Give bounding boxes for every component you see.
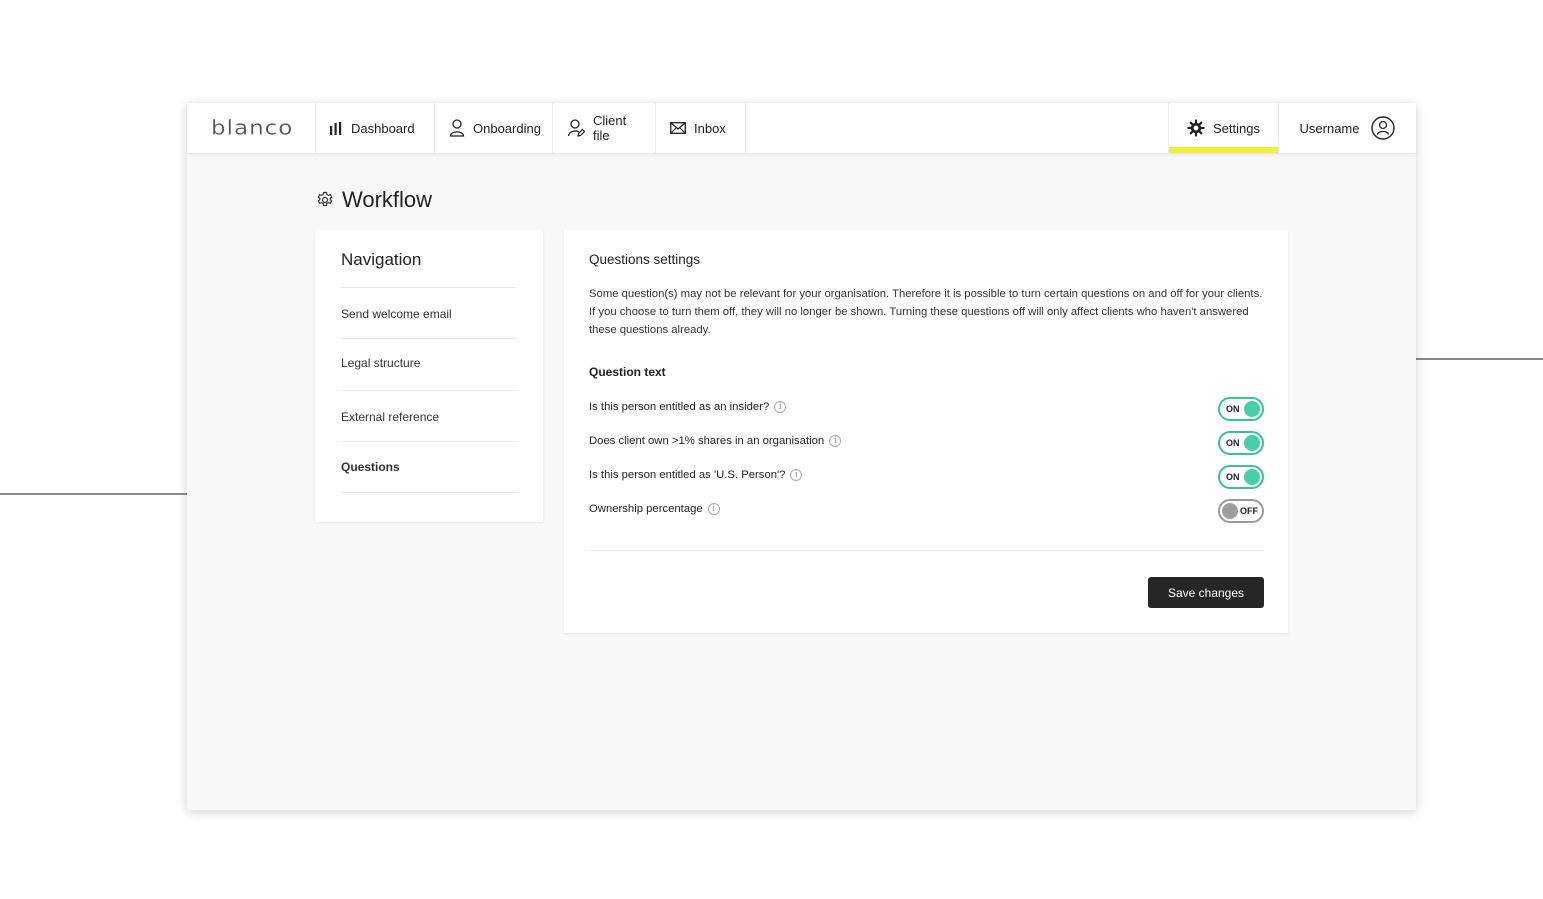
nav-inbox[interactable]: Inbox: [656, 103, 746, 153]
brand-logo: blanco: [211, 116, 294, 140]
user-circle-icon: [1371, 116, 1396, 140]
question-toggle[interactable]: ON: [1218, 465, 1264, 489]
question-row: Is this person entitled as 'U.S. Person'…: [589, 465, 1264, 489]
divider: [341, 441, 517, 442]
gear-outline-icon: [317, 191, 333, 207]
sidebar-item-external-reference[interactable]: External reference: [341, 410, 439, 424]
sidebar-heading: Navigation: [341, 250, 422, 269]
active-tab-indicator: [1169, 147, 1278, 153]
question-text-header: Question text: [589, 365, 666, 379]
top-navigation-bar: blanco Dashboard Onboarding Client file …: [187, 103, 1416, 154]
toggle-state-label: OFF: [1240, 506, 1258, 516]
info-icon[interactable]: i: [829, 435, 842, 447]
info-icon[interactable]: i: [774, 401, 787, 413]
page-title: Workflow: [316, 187, 432, 213]
panel-heading: Questions settings: [589, 252, 701, 267]
app-window: blanco Dashboard Onboarding Client file …: [187, 103, 1416, 810]
divider: [341, 338, 517, 339]
question-row: Does client own >1% shares in an organis…: [589, 431, 1264, 455]
logo-container[interactable]: blanco: [187, 103, 316, 153]
question-label: Is this person entitled as an insider? i: [589, 401, 787, 413]
question-text: Is this person entitled as 'U.S. Person'…: [589, 469, 786, 481]
info-icon[interactable]: i: [790, 469, 803, 481]
question-text: Is this person entitled as an insider?: [589, 401, 770, 413]
divider: [341, 287, 517, 288]
person-icon: [449, 119, 465, 137]
sidebar-item-questions[interactable]: Questions: [341, 460, 400, 474]
nav-onboarding[interactable]: Onboarding: [435, 103, 553, 153]
gear-icon: [1187, 119, 1205, 137]
toggle-knob: [1222, 503, 1238, 519]
divider: [589, 550, 1264, 551]
question-toggle[interactable]: OFF: [1218, 499, 1264, 523]
nav-dashboard[interactable]: Dashboard: [315, 103, 435, 153]
toggle-state-label: ON: [1226, 472, 1240, 482]
sidebar-item-legal-structure[interactable]: Legal structure: [341, 356, 420, 370]
toggle-knob: [1244, 435, 1260, 451]
nav-onboarding-label: Onboarding: [473, 120, 541, 136]
toggle-knob: [1244, 401, 1260, 417]
nav-inbox-label: Inbox: [694, 120, 726, 136]
decorative-line-right: [1416, 358, 1543, 360]
envelope-icon: [670, 122, 686, 134]
page-title-text: Workflow: [342, 187, 433, 212]
question-label: Ownership percentage i: [589, 503, 720, 515]
question-text: Ownership percentage: [589, 503, 703, 515]
nav-settings[interactable]: Settings: [1168, 103, 1278, 153]
username-label: Username: [1299, 120, 1360, 136]
toggle-state-label: ON: [1226, 404, 1240, 414]
sidebar-item-send-welcome-email[interactable]: Send welcome email: [341, 307, 452, 321]
info-icon[interactable]: i: [707, 503, 720, 515]
divider: [341, 492, 517, 493]
bar-chart-icon: [330, 121, 342, 135]
question-text: Does client own >1% shares in an organis…: [589, 435, 825, 447]
question-row: Is this person entitled as an insider? i…: [589, 397, 1264, 421]
nav-client-file-label: Client file: [593, 113, 627, 143]
decorative-line-left: [0, 493, 187, 495]
divider: [341, 390, 517, 391]
question-toggle[interactable]: ON: [1218, 397, 1264, 421]
question-label: Does client own >1% shares in an organis…: [589, 435, 842, 447]
questions-settings-panel: Questions settings Some question(s) may …: [564, 230, 1288, 633]
save-changes-button[interactable]: Save changes: [1148, 577, 1264, 608]
user-menu[interactable]: Username: [1278, 103, 1416, 153]
toggle-knob: [1244, 469, 1260, 485]
question-toggle[interactable]: ON: [1218, 431, 1264, 455]
nav-dashboard-label: Dashboard: [351, 120, 415, 136]
panel-description: Some question(s) may not be relevant for…: [589, 288, 1263, 336]
person-edit-icon: [567, 119, 585, 137]
toggle-state-label: ON: [1226, 438, 1240, 448]
sidebar-navigation: Navigation Send welcome email Legal stru…: [315, 230, 543, 522]
question-label: Is this person entitled as 'U.S. Person'…: [589, 469, 803, 481]
question-row: Ownership percentage i OFF: [589, 499, 1264, 523]
nav-client-file[interactable]: Client file: [553, 103, 656, 153]
nav-settings-label: Settings: [1213, 120, 1260, 136]
